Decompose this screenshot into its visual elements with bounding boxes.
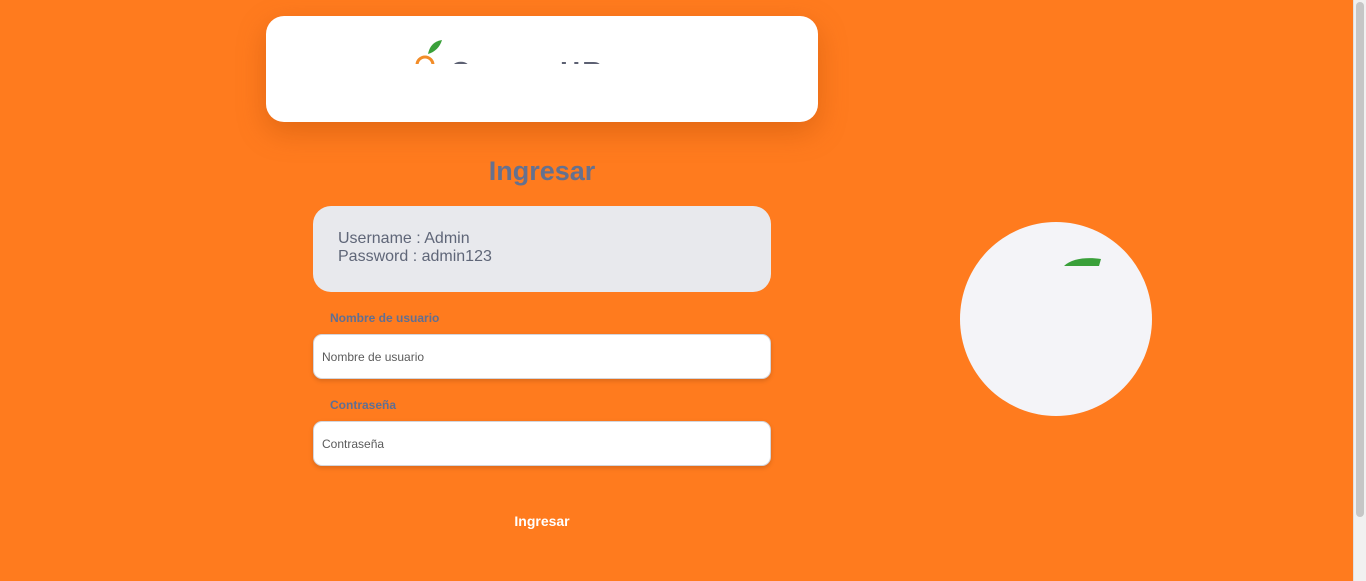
logo-card: OrangeHRM	[266, 16, 818, 122]
side-illustration	[960, 222, 1152, 416]
password-label: Contraseña	[330, 398, 397, 412]
scrollbar-thumb[interactable]	[1356, 2, 1364, 517]
credentials-hint-box: Username : Admin Password : admin123	[313, 206, 771, 292]
login-button[interactable]: Ingresar	[313, 506, 771, 536]
orange-leaf-icon	[1064, 258, 1101, 266]
page-title: Ingresar	[488, 156, 596, 186]
username-label: Nombre de usuario	[330, 311, 440, 325]
logo-text: OrangeHRM	[450, 56, 606, 64]
logo: OrangeHRM	[406, 38, 606, 64]
username-hint: Username : Admin	[338, 230, 470, 247]
username-input[interactable]	[313, 334, 771, 379]
password-hint: Password : admin123	[338, 248, 492, 265]
page-scrollbar[interactable]	[1353, 0, 1366, 581]
orange-fruit-logo-icon	[415, 40, 442, 64]
password-input[interactable]	[313, 421, 771, 466]
